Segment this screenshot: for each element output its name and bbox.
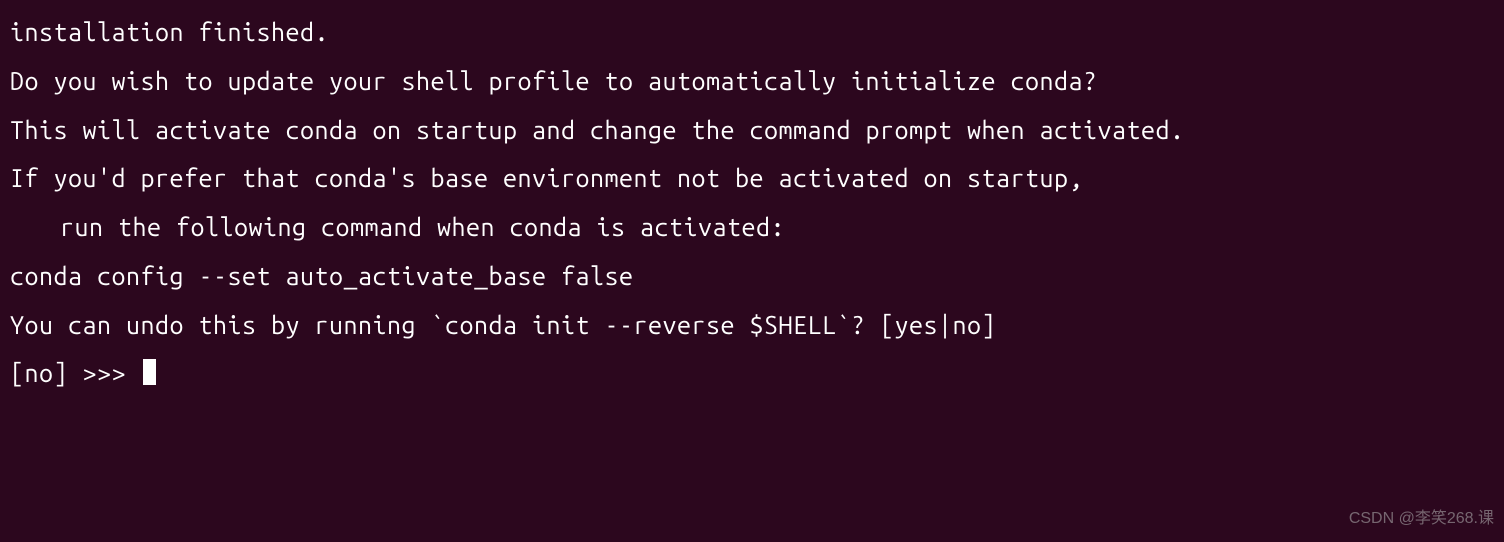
output-line: This will activate conda on startup and …: [10, 106, 1494, 155]
output-line: conda config --set auto_activate_base fa…: [10, 252, 1494, 301]
prompt-line[interactable]: [no] >>>: [10, 349, 1494, 398]
watermark: CSDN @李笑268.课: [1349, 503, 1494, 534]
watermark-text: CSDN @李笑268.课: [1349, 510, 1494, 527]
output-line: You can undo this by running `conda init…: [10, 301, 1494, 350]
output-line: Do you wish to update your shell profile…: [10, 57, 1494, 106]
output-line: installation finished.: [10, 8, 1494, 57]
prompt-text: [no] >>>: [10, 349, 141, 398]
terminal-output: installation finished. Do you wish to up…: [10, 8, 1494, 398]
output-line: If you'd prefer that conda's base enviro…: [10, 154, 1494, 203]
cursor-icon: [143, 359, 156, 385]
output-line: run the following command when conda is …: [10, 203, 1494, 252]
